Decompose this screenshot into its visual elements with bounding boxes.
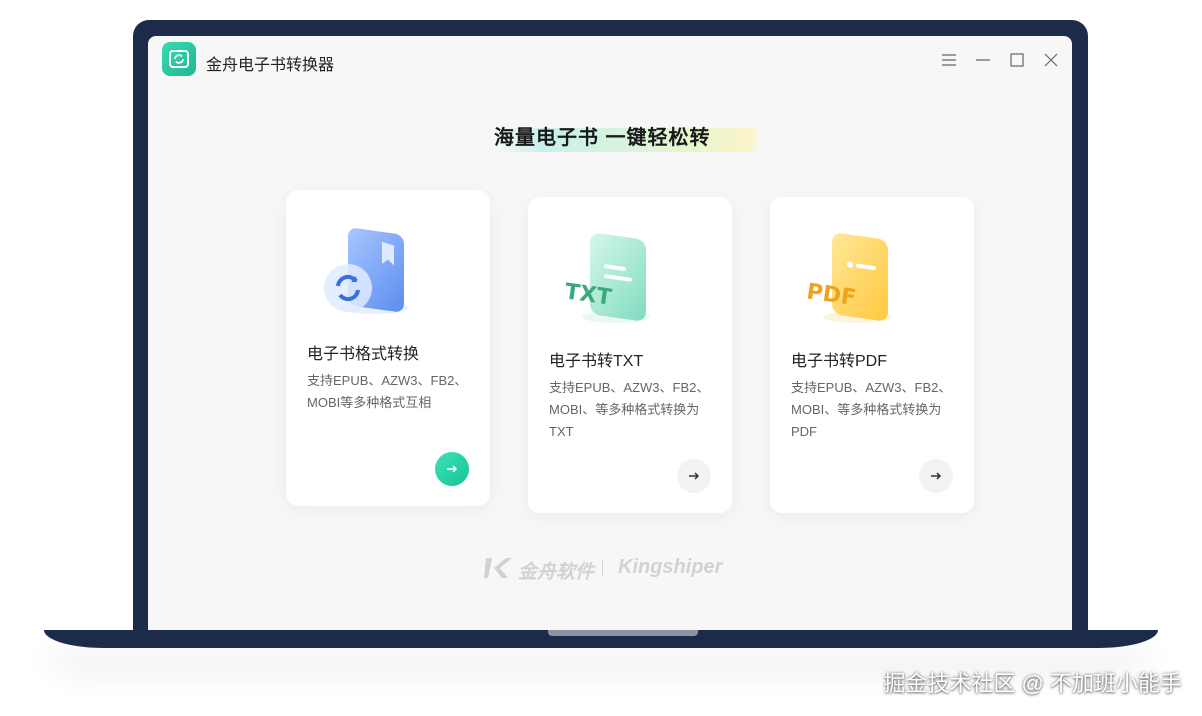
card-title: 电子书转TXT <box>549 353 644 370</box>
arrow-right-icon <box>447 465 458 473</box>
titlebar: 金舟电子书转换器 <box>148 36 1072 84</box>
card-description: 支持EPUB、AZW3、FB2、MOBI、等多种格式转换为PDF <box>791 380 952 439</box>
brand-name-cn: 金舟软件 <box>518 562 595 583</box>
arrow-right-button[interactable] <box>919 459 953 493</box>
menu-icon[interactable] <box>938 49 960 71</box>
laptop-notch <box>548 630 698 636</box>
card-title: 电子书格式转换 <box>307 346 420 363</box>
pdf-file-icon: PDF <box>796 219 906 329</box>
card-title: 电子书转PDF <box>791 353 888 370</box>
book-convert-logo-icon <box>162 42 196 76</box>
app-window: 金舟电子书转换器 海量电子书 一键轻松转 电子书格式转换 支持EPUB、AZW3… <box>148 36 1072 630</box>
watermark: 掘金技术社区 @ 不加班小能手 <box>883 671 1182 696</box>
app-title: 金舟电子书转换器 <box>206 57 335 74</box>
svg-text:TXT: TXT <box>563 279 613 310</box>
arrow-right-icon <box>931 472 942 480</box>
headline: 海量电子书 一键轻松转 <box>494 124 762 152</box>
arrow-right-button[interactable] <box>435 452 469 486</box>
maximize-icon[interactable] <box>1006 49 1028 71</box>
txt-file-icon: TXT <box>554 219 664 329</box>
card-to-pdf[interactable]: PDF 电子书转PDF 支持EPUB、AZW3、FB2、MOBI、等多种格式转换… <box>770 197 974 513</box>
card-description: 支持EPUB、AZW3、FB2、MOBI等多种格式互相 <box>307 373 468 410</box>
brand-divider <box>602 561 603 575</box>
arrow-right-button[interactable] <box>677 459 711 493</box>
close-icon[interactable] <box>1040 49 1062 71</box>
headline-text: 海量电子书 一键轻松转 <box>494 127 711 149</box>
card-format-convert[interactable]: 电子书格式转换 支持EPUB、AZW3、FB2、MOBI等多种格式互相 <box>286 190 490 506</box>
minimize-icon[interactable] <box>972 49 994 71</box>
card-to-txt[interactable]: TXT 电子书转TXT 支持EPUB、AZW3、FB2、MOBI、等多种格式转换… <box>528 197 732 513</box>
kingshiper-logo-icon <box>484 558 512 578</box>
book-convert-icon <box>312 212 422 322</box>
card-description: 支持EPUB、AZW3、FB2、MOBI、等多种格式转换为TXT <box>549 380 710 439</box>
brand-name-en: Kingshiper <box>618 556 723 578</box>
arrow-right-icon <box>689 472 700 480</box>
stage: 金舟电子书转换器 海量电子书 一键轻松转 电子书格式转换 支持EPUB、AZW3… <box>0 0 1202 716</box>
